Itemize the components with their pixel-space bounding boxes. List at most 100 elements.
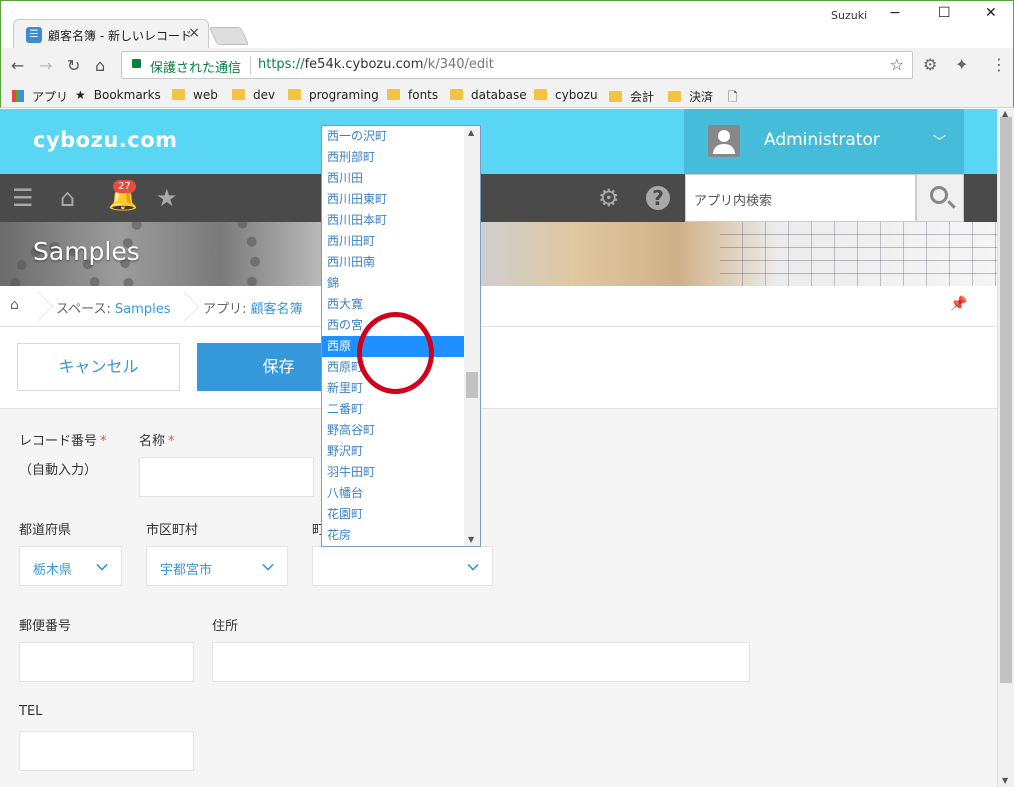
dropdown-option[interactable]: 野沢町: [322, 441, 464, 462]
help-icon[interactable]: ?: [646, 186, 670, 210]
dropdown-option[interactable]: 野高谷町: [322, 420, 464, 441]
name-label: 名称 *: [139, 434, 175, 449]
city-select[interactable]: 宇都宮市: [146, 546, 288, 586]
tel-input[interactable]: [19, 731, 194, 771]
breadcrumb-space: スペース: Samples: [56, 302, 171, 317]
bookmark-web[interactable]: web: [172, 88, 218, 102]
dropdown-option[interactable]: 西原町: [322, 357, 464, 378]
hamburger-menu-icon[interactable]: ☰: [12, 184, 34, 212]
favorites-star-icon[interactable]: ★: [156, 184, 178, 212]
breadcrumb-separator: [172, 286, 192, 327]
address-bar[interactable]: 保護された通信 https://fe54k.cybozu.com/k/340/e…: [121, 51, 913, 79]
browser-titlebar: ☰ 顧客名簿 - 新しいレコード × Suzuki − ☐ ✕: [0, 0, 1014, 49]
tab-close-icon[interactable]: ×: [188, 25, 200, 41]
dropdown-option[interactable]: 西川田本町: [322, 210, 464, 231]
dropdown-option[interactable]: 二番町: [322, 399, 464, 420]
dropdown-option[interactable]: 西刑部町: [322, 147, 464, 168]
cancel-button[interactable]: キャンセル: [17, 343, 180, 391]
cybozu-logo[interactable]: cybozu.com: [33, 128, 178, 152]
scroll-down-arrow-icon[interactable]: ▼: [468, 535, 474, 544]
record-number-label: レコード番号 *: [19, 434, 107, 449]
forward-arrow-icon[interactable]: →: [39, 56, 52, 75]
page-scrollbar-thumb[interactable]: [1000, 117, 1012, 683]
page-scrollbar[interactable]: ▲ ▼: [997, 109, 1014, 787]
settings-gear-icon[interactable]: ⚙: [598, 184, 620, 212]
chevron-down-icon: [467, 559, 479, 571]
dropdown-option[interactable]: 西川田: [322, 168, 464, 189]
scroll-down-arrow-icon[interactable]: ▼: [1002, 776, 1008, 785]
bookmark-fonts[interactable]: fonts: [387, 88, 438, 102]
omnibox-separator: [250, 56, 251, 74]
bookmark-apps[interactable]: アプリ: [12, 88, 68, 105]
bookmark-dev[interactable]: dev: [232, 88, 275, 102]
postal-code-input[interactable]: [19, 642, 194, 682]
breadcrumb-app-link[interactable]: 顧客名簿: [251, 302, 303, 317]
chevron-down-icon: [262, 559, 274, 571]
global-nav: ☰ ⌂ 🔔 27 ★ ⚙ ? アプリ内検索: [0, 174, 997, 222]
address-input[interactable]: [212, 642, 750, 682]
folder-icon: [387, 89, 400, 100]
dropdown-option[interactable]: 西の宮: [322, 315, 464, 336]
bookmark-page-icon[interactable]: 🗋: [728, 88, 738, 109]
portal-home-icon[interactable]: ⌂: [60, 184, 75, 212]
home-icon[interactable]: ⌂: [95, 56, 105, 75]
apps-grid-icon: [12, 90, 24, 102]
browser-tab[interactable]: ☰ 顧客名簿 - 新しいレコード ×: [13, 19, 209, 49]
dropdown-option[interactable]: 西川田町: [322, 231, 464, 252]
prefecture-select[interactable]: 栃木県: [19, 546, 122, 586]
back-arrow-icon[interactable]: ←: [11, 56, 24, 75]
dropdown-option[interactable]: 羽牛田町: [322, 462, 464, 483]
dropdown-option[interactable]: 西川田東町: [322, 189, 464, 210]
chevron-down-icon: ﹀: [932, 135, 946, 150]
extension-icon[interactable]: ✦: [955, 55, 968, 74]
user-menu[interactable]: Administrator ﹀: [684, 109, 964, 174]
dropdown-option[interactable]: 西大寛: [322, 294, 464, 315]
dropdown-option[interactable]: 西川田南: [322, 252, 464, 273]
pin-icon[interactable]: 📌: [950, 296, 967, 312]
breadcrumb-separator: [26, 286, 46, 327]
extension-gear-icon[interactable]: ⚙: [923, 55, 937, 74]
breadcrumb-space-link[interactable]: Samples: [115, 302, 171, 317]
town-select[interactable]: [312, 546, 493, 586]
folder-icon: [609, 91, 622, 102]
town-dropdown-list[interactable]: 西一の沢町 西刑部町 西川田 西川田東町 西川田本町 西川田町 西川田南錦西大寛 西の宮 西原西…: [321, 125, 481, 547]
dropdown-option[interactable]: 錦: [322, 273, 464, 294]
bookmark-kessai[interactable]: 決済: [668, 88, 713, 105]
new-tab-button[interactable]: [208, 27, 250, 45]
breadcrumb-home-icon[interactable]: ⌂: [10, 297, 19, 313]
bookmark-kaikei[interactable]: 会計: [609, 88, 654, 105]
dropdown-scrollbar[interactable]: ▲ ▼: [464, 126, 480, 546]
user-name: Administrator: [764, 130, 880, 150]
minimize-button[interactable]: −: [889, 5, 901, 21]
bookmark-cybozu[interactable]: cybozu: [534, 88, 598, 102]
bookmark-database[interactable]: database: [450, 88, 527, 102]
scroll-up-arrow-icon[interactable]: ▲: [468, 128, 474, 137]
bookmark-programing[interactable]: programing: [288, 88, 379, 102]
dropdown-option[interactable]: 花園町: [322, 504, 464, 525]
folder-icon: [534, 89, 547, 100]
banner-gear-image: [120, 222, 260, 286]
secure-label: 保護された通信: [150, 61, 242, 76]
url-text[interactable]: https://fe54k.cybozu.com/k/340/edit: [258, 57, 494, 72]
dropdown-option[interactable]: 西原: [322, 336, 464, 357]
menu-dots-icon[interactable]: ⋮: [991, 55, 1007, 74]
dropdown-option[interactable]: 花房: [322, 525, 464, 546]
record-number-value: （自動入力）: [19, 463, 98, 478]
app-search-input[interactable]: アプリ内検索: [685, 174, 916, 222]
bookmark-bookmarks[interactable]: ★ Bookmarks: [75, 88, 161, 102]
close-window-button[interactable]: ✕: [985, 5, 997, 21]
search-button[interactable]: [916, 174, 964, 222]
postal-code-label: 郵便番号: [19, 619, 72, 634]
dropdown-option[interactable]: 八幡台: [322, 483, 464, 504]
prefecture-label: 都道府県: [19, 523, 72, 538]
dropdown-option[interactable]: 西一の沢町: [322, 126, 464, 147]
dropdown-option[interactable]: 新里町: [322, 378, 464, 399]
profile-name[interactable]: Suzuki: [831, 9, 867, 22]
lock-icon: [132, 59, 141, 68]
dropdown-options: 西一の沢町 西刑部町 西川田 西川田東町 西川田本町 西川田町 西川田南錦西大寛 西の宮 西原西…: [322, 126, 464, 546]
bookmark-star-icon[interactable]: ☆: [890, 55, 904, 74]
maximize-button[interactable]: ☐: [938, 5, 951, 21]
reload-icon[interactable]: ↻: [67, 56, 80, 75]
name-input[interactable]: [139, 457, 314, 497]
dropdown-scrollbar-thumb[interactable]: [466, 372, 478, 398]
